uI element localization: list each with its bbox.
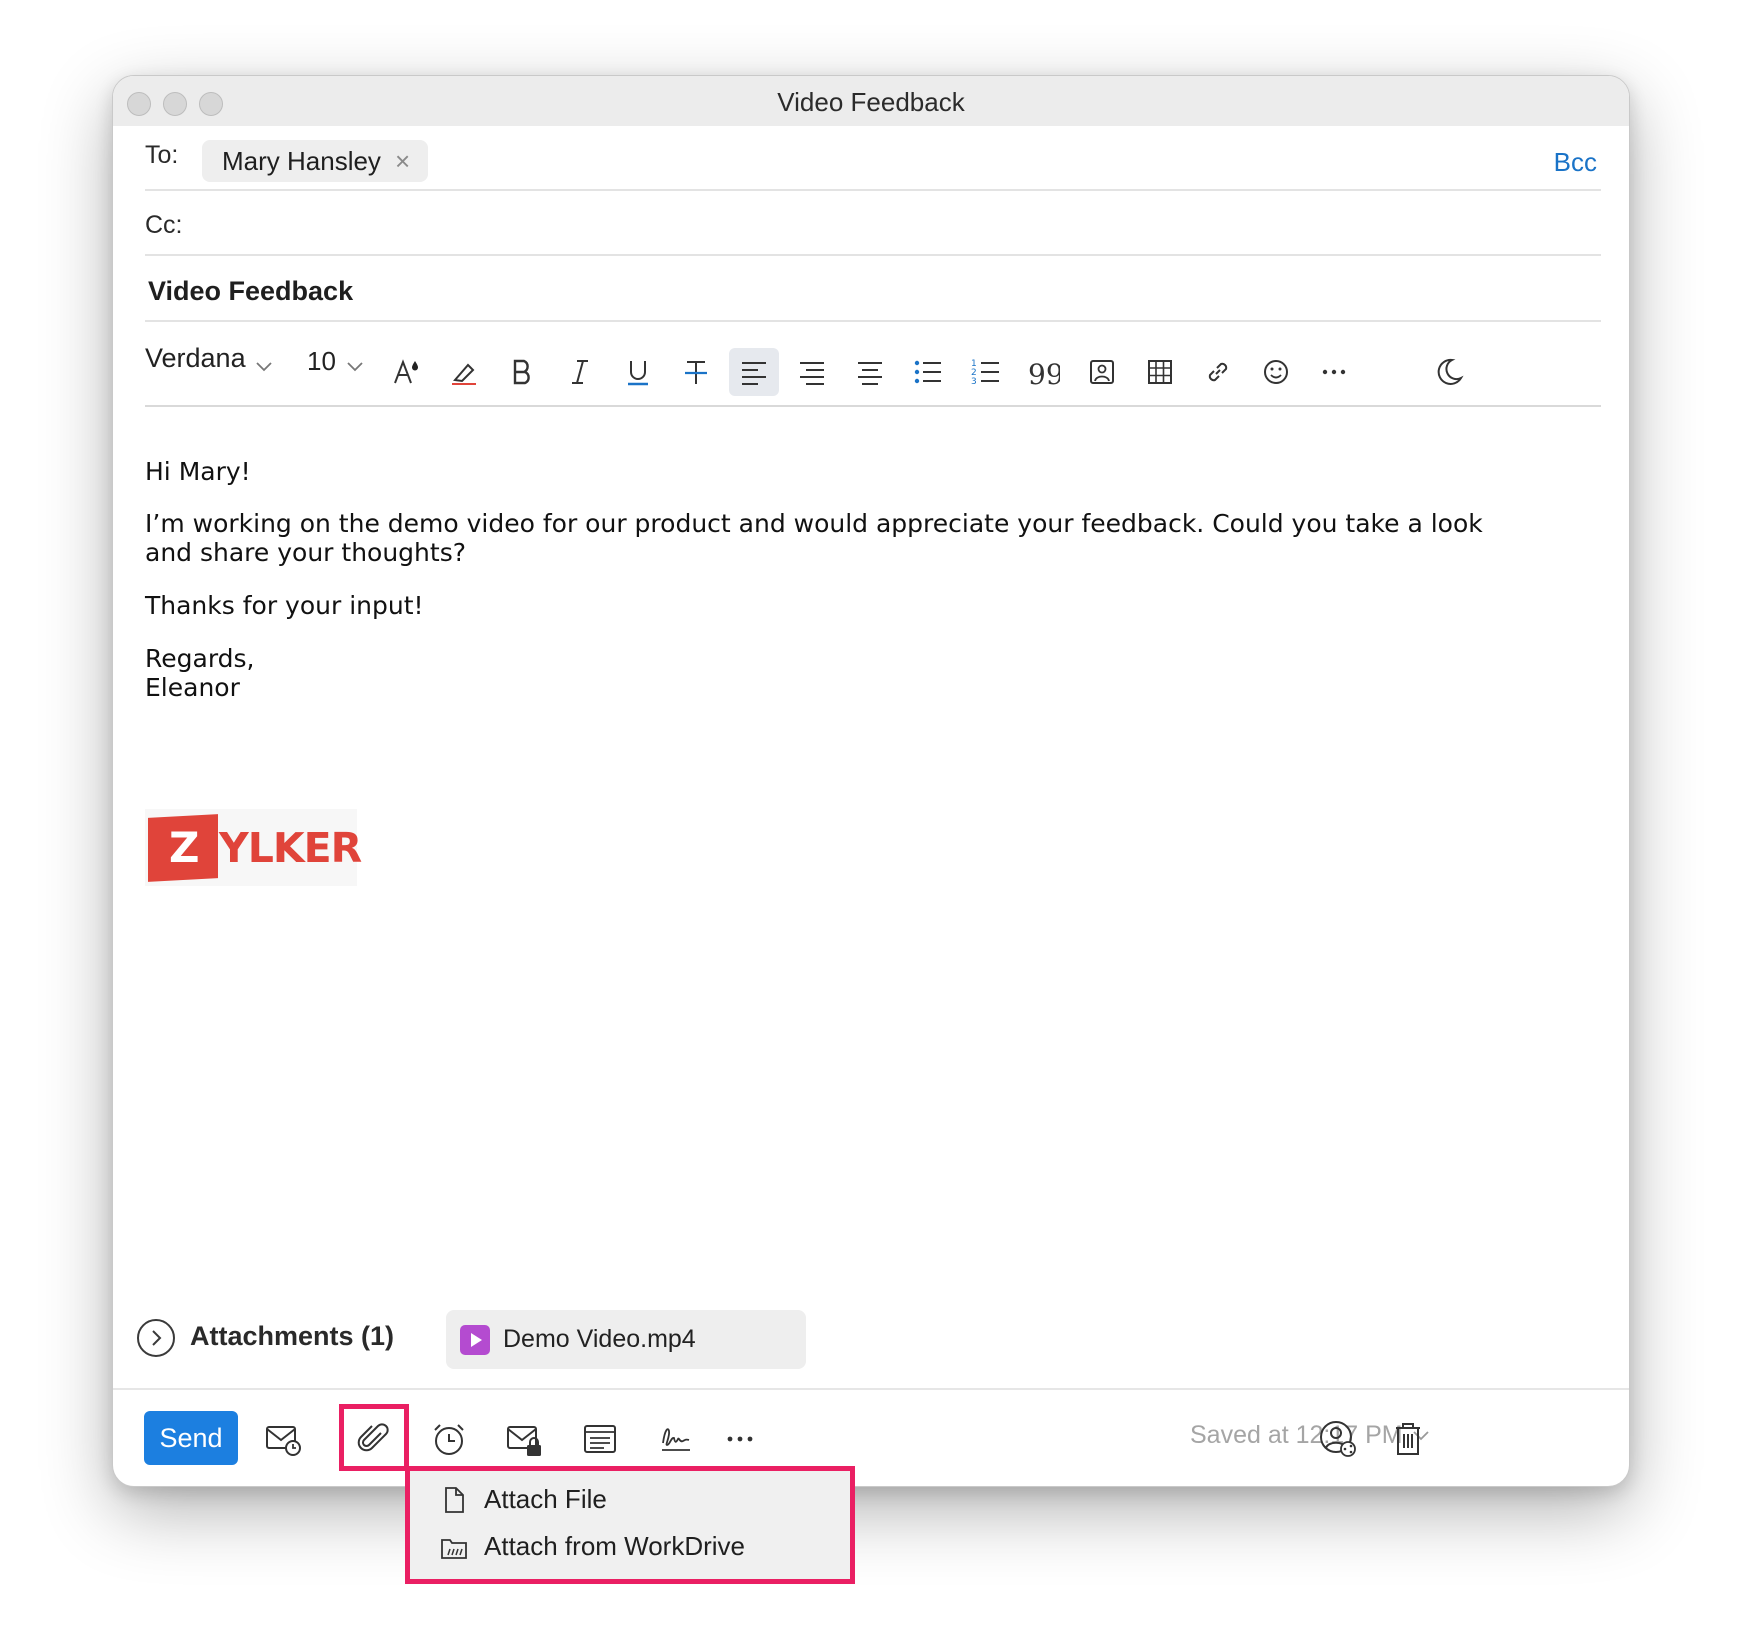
logo-letter-z: Z [169,823,200,872]
video-file-icon [460,1325,490,1355]
to-row: To: Mary Hansley × Bcc [145,126,1601,191]
subject-row[interactable]: Video Feedback [145,256,1601,322]
format-toolbar: Verdana 10 1 2 3 99 [145,326,1601,407]
saved-text: Saved at 12:17 PM [1190,1421,1403,1449]
align-justify-icon[interactable] [845,348,895,396]
cc-row[interactable]: Cc: [145,191,1601,256]
recipient-name: Mary Hansley [222,145,381,176]
font-family-select[interactable]: Verdana [145,343,246,374]
insert-table-icon[interactable] [1135,348,1185,396]
numbered-list-icon[interactable]: 123 [961,348,1011,396]
insert-image-icon[interactable] [1077,348,1127,396]
attachment-chip[interactable]: Demo Video.mp4 [446,1310,806,1369]
body-line-2: and share your thoughts? [145,538,466,567]
svg-text:3: 3 [971,377,977,387]
signature-logo: Z YLKER [145,809,362,886]
italic-icon[interactable] [555,348,605,396]
more-options-icon[interactable] [716,1416,764,1462]
send-button[interactable]: Send [144,1411,238,1465]
secure-mail-icon[interactable] [500,1416,548,1462]
emoji-icon[interactable] [1251,348,1301,396]
align-center-icon[interactable] [787,348,837,396]
attach-menu: Attach File Attach from WorkDrive [405,1466,855,1584]
chevron-down-icon[interactable] [347,362,363,372]
more-icon[interactable] [1309,348,1359,396]
compose-window: Video Feedback To: Mary Hansley × Bcc Cc… [112,75,1630,1584]
chevron-down-icon[interactable] [256,362,272,372]
strikethrough-icon[interactable] [671,348,721,396]
attachments-expand-button[interactable] [137,1319,175,1357]
bcc-button[interactable]: Bcc [1554,147,1597,178]
logo-wordmark: YLKER [219,824,362,872]
bullet-list-icon[interactable] [903,348,953,396]
body-name: Eleanor [145,673,240,702]
bottom-divider [113,1388,1629,1390]
dark-mode-icon[interactable] [1424,348,1474,396]
body-greeting: Hi Mary! [145,457,251,486]
clear-format-icon[interactable] [439,348,489,396]
attach-workdrive-label: Attach from WorkDrive [484,1531,746,1561]
bold-icon[interactable] [497,348,547,396]
attachments-label: Attachments (1) [190,1321,395,1351]
font-color-icon[interactable] [381,348,431,396]
font-size-select[interactable]: 10 [307,346,336,377]
quote-icon[interactable]: 99 [1019,348,1069,396]
attach-highlight [339,1404,409,1471]
recipient-chip[interactable]: Mary Hansley × [202,140,429,182]
remove-recipient-icon[interactable]: × [395,148,410,174]
attachment-name: Demo Video.mp4 [503,1325,696,1353]
insert-link-icon[interactable] [1193,348,1243,396]
signature-icon[interactable] [652,1416,700,1462]
template-icon[interactable] [576,1416,624,1462]
file-icon [445,1486,464,1513]
body-thanks: Thanks for your input! [145,591,424,620]
attach-file-item[interactable]: Attach File [440,1484,607,1515]
to-label: To: [145,141,179,169]
schedule-send-icon[interactable] [259,1416,307,1462]
share-draft-icon[interactable] [1314,1416,1362,1462]
subject-field[interactable]: Video Feedback [148,276,353,307]
workdrive-folder-icon [441,1538,467,1559]
svg-text:99: 99 [1028,358,1060,388]
body-regards: Regards, [145,644,255,673]
delete-draft-icon[interactable] [1384,1416,1432,1462]
attach-workdrive-item[interactable]: Attach from WorkDrive [440,1531,745,1562]
body-line-1: I’m working on the demo video for our pr… [145,509,1483,538]
align-left-icon[interactable] [729,348,779,396]
chevron-right-icon [152,1330,162,1346]
attach-file-label: Attach File [484,1484,607,1514]
window-title: Video Feedback [777,87,965,117]
underline-icon[interactable] [613,348,663,396]
cc-label: Cc: [145,211,183,239]
title-bar: Video Feedback [113,76,1629,126]
reminder-alarm-icon[interactable] [425,1416,473,1462]
